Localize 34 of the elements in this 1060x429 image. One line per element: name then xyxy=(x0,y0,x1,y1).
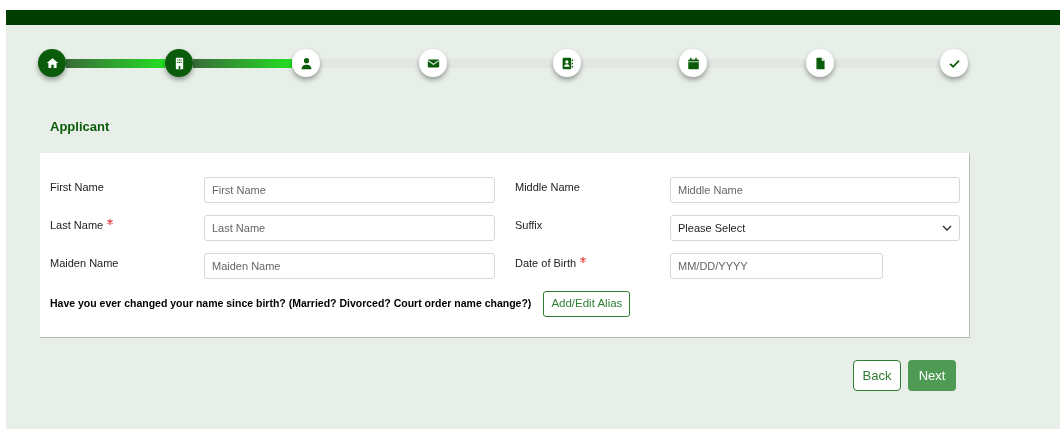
section-title: Applicant xyxy=(50,118,110,136)
field-label: Suffix xyxy=(515,218,544,233)
document-icon xyxy=(813,56,827,70)
text-field[interactable]: First Name xyxy=(204,177,495,203)
add-edit-alias-button[interactable]: Add/Edit Alias xyxy=(543,291,631,317)
text-field[interactable]: Middle Name xyxy=(670,177,960,203)
step-indicator[interactable] xyxy=(38,49,66,77)
home-icon xyxy=(45,56,59,70)
field-label: Last Name xyxy=(50,218,104,233)
step-indicator[interactable] xyxy=(419,49,447,77)
date-field[interactable]: MM/DD/YYYY xyxy=(670,253,883,279)
envelope-icon xyxy=(426,56,440,70)
calendar-icon xyxy=(686,56,700,70)
step-indicator[interactable] xyxy=(806,49,834,77)
next-button[interactable]: Next xyxy=(908,360,956,391)
step-indicator[interactable] xyxy=(940,49,968,77)
text-field[interactable]: Maiden Name xyxy=(204,253,495,279)
alias-question: Have you ever changed your name since birth? (Married? Divorced? Court order name change?) xyxy=(50,296,532,312)
required-asterisk-icon xyxy=(107,219,114,225)
chevron-down-icon xyxy=(942,225,952,231)
contact-book-icon xyxy=(560,56,574,70)
suffix-dropdown[interactable]: Please Select xyxy=(670,215,960,241)
field-label: Maiden Name xyxy=(50,256,120,271)
field-label: Middle Name xyxy=(515,180,581,195)
step-indicator[interactable] xyxy=(679,49,707,77)
step-indicator[interactable] xyxy=(553,49,581,77)
required-asterisk-icon xyxy=(580,257,587,263)
back-button[interactable]: Back xyxy=(853,360,901,391)
field-label: Date of Birth xyxy=(515,256,577,271)
text-field[interactable]: Last Name xyxy=(204,215,495,241)
step-indicator[interactable] xyxy=(165,49,193,77)
step-indicator[interactable] xyxy=(292,49,320,77)
field-label: First Name xyxy=(50,180,105,195)
person-icon xyxy=(299,56,313,70)
